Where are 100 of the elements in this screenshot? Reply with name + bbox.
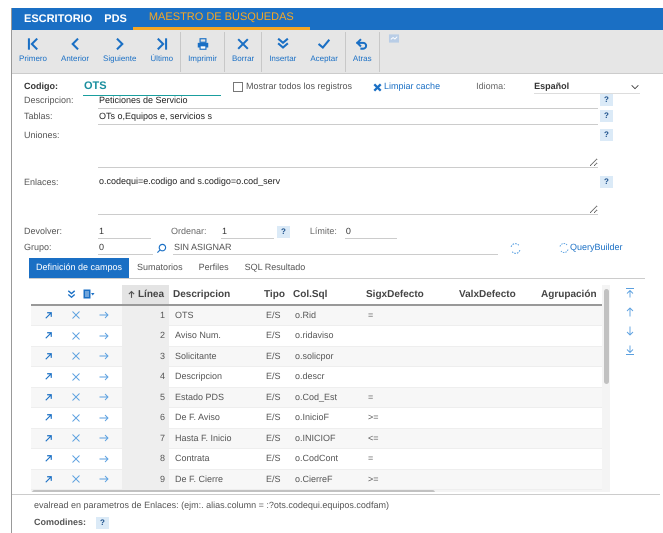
group-name-field[interactable]: SIN ASIGNAR	[173, 240, 498, 256]
close-icon	[70, 370, 82, 383]
table-cell-text: E/S	[266, 370, 281, 383]
input-field[interactable]: 0	[344, 224, 397, 240]
table-cell-text: 3	[160, 350, 165, 362]
close-icon	[70, 350, 82, 362]
move-top-icon[interactable]	[624, 286, 636, 298]
table-cell-text: De F. Aviso	[175, 411, 220, 424]
vertical-scrollbar[interactable]	[604, 288, 608, 384]
input-field[interactable]: 1	[98, 224, 151, 240]
table-cell-text: OTS	[175, 308, 194, 322]
toolbar-button[interactable]: Siguiente	[96, 30, 144, 67]
diagonal-arrow-icon	[43, 310, 54, 321]
field-label: Uniones:	[24, 129, 61, 142]
column-header[interactable]: Descripcion	[173, 286, 230, 302]
right-arrow-icon	[98, 452, 110, 465]
field-label: Comodines:	[34, 516, 86, 529]
move-bottom-icon[interactable]	[624, 344, 636, 356]
diagonal-arrow-icon	[43, 474, 54, 485]
table-cell-text: Hasta F. Inicio	[175, 432, 232, 444]
tab[interactable]: Perfiles	[190, 258, 237, 278]
table-cell-text: 9	[160, 472, 165, 486]
table-cell: o.Cod_Est	[295, 390, 338, 404]
help-button[interactable]: ?	[277, 226, 290, 238]
column-menu-icon	[81, 288, 97, 300]
column-header[interactable]: SigxDefecto	[366, 286, 424, 302]
nav-tab[interactable]: ESCRITORIO	[18, 8, 98, 30]
table-cell-text: 7	[160, 432, 165, 444]
toolbar-button[interactable]: Imprimir	[181, 30, 224, 67]
input-field[interactable]: 0	[98, 240, 153, 256]
sort-up-icon	[126, 290, 136, 298]
diagonal-arrow-icon	[43, 392, 54, 403]
table-cell-text: Aviso Num.	[175, 329, 221, 342]
field-label: Ordenar:	[171, 225, 208, 238]
close-icon	[372, 82, 384, 92]
table-cell-text: Estado PDS	[175, 390, 224, 404]
querybuilder-button[interactable]: QueryBuilder	[558, 241, 623, 255]
table-cell-text: E/S	[266, 350, 281, 362]
table-cell-text: E/S	[266, 452, 281, 465]
close-icon	[70, 330, 82, 342]
text-area[interactable]: o.codequi=e.codigo and s.codigo=o.cod_serv	[98, 173, 598, 215]
toolbar-button[interactable]: Borrar	[224, 30, 262, 67]
language-dropdown[interactable]: Español	[534, 80, 640, 94]
refresh-icon	[509, 242, 522, 254]
down-arrow-icon[interactable]	[624, 324, 636, 336]
right-arrow-icon	[98, 330, 110, 342]
checkbox[interactable]: Mostrar todos los registros	[233, 80, 352, 94]
input-field[interactable]: Peticiones de Servicio	[98, 94, 598, 108]
toolbar-button[interactable]: Último	[143, 30, 180, 67]
table-cell-text: 6	[160, 411, 165, 424]
input-field[interactable]: OTs o,Equipos e, servicios s	[98, 110, 598, 124]
clear-cache-button[interactable]: Limpiar cache	[372, 80, 440, 94]
close-icon	[70, 309, 82, 322]
table-cell-text: 4	[160, 370, 165, 383]
up-arrow-icon[interactable]	[624, 306, 636, 318]
double-chevron-down-icon	[66, 288, 77, 300]
table-cell-text: >=	[368, 411, 379, 424]
refresh-icon	[558, 242, 570, 254]
table-cell-text: >=	[368, 472, 379, 486]
toolbar-button[interactable]: Atras	[346, 30, 379, 67]
help-button[interactable]: ?	[600, 94, 613, 106]
column-header[interactable]: Tipo	[264, 286, 285, 302]
tab[interactable]: SQL Resultado	[236, 258, 314, 278]
diagonal-arrow-icon	[43, 371, 54, 382]
table-cell-text: o.CodCont	[295, 452, 338, 465]
toolbar-button[interactable]: Aceptar	[303, 30, 345, 67]
input-field[interactable]: 1	[221, 224, 274, 240]
toolbar-button[interactable]: Anterior	[54, 30, 96, 67]
tab[interactable]: Sumatorios	[129, 258, 191, 278]
table-cell-text: De F. Cierre	[175, 472, 224, 486]
hint-text: evalread en parametros de Enlaces: (ejm:. alias.column = :?ots.codequi.equipos.codfam)	[34, 498, 390, 512]
tab[interactable]: Definición de campos	[29, 258, 130, 278]
column-header[interactable]: Agrupación	[541, 286, 597, 302]
close-icon	[70, 391, 82, 404]
table-cell-text: E/S	[266, 432, 281, 444]
column-header[interactable]: Col.Sql	[293, 286, 328, 302]
table-cell-text: E/S	[266, 390, 281, 404]
help-button[interactable]: ?	[96, 516, 109, 529]
close-icon	[70, 412, 82, 424]
column-header[interactable]: ValxDefecto	[459, 286, 516, 302]
field-label: Tablas:	[24, 110, 54, 123]
nav-tab[interactable]: PDS	[98, 8, 133, 30]
toolbar-button[interactable]: Insertar	[262, 30, 304, 67]
close-icon	[70, 452, 82, 465]
diagonal-arrow-icon	[43, 350, 54, 362]
input-field[interactable]: OTS	[83, 78, 221, 96]
table-cell-text: 5	[160, 390, 165, 404]
toolbar-button[interactable]: Primero	[12, 30, 54, 67]
table-cell-text: <=	[368, 432, 379, 444]
help-button[interactable]: ?	[600, 176, 613, 188]
table-cell-text: E/S	[266, 411, 281, 424]
help-button[interactable]: ?	[600, 129, 613, 141]
field-label: Grupo:	[24, 241, 53, 254]
help-button[interactable]: ?	[600, 110, 613, 122]
field-label: Enlaces:	[24, 176, 60, 189]
table-cell-text: o.Rid	[295, 308, 316, 322]
diagonal-arrow-icon	[43, 432, 54, 444]
table-cell-text: Solicitante	[175, 350, 217, 362]
table-cell-text: =	[368, 390, 374, 404]
field-label: Descripcion:	[24, 94, 75, 107]
